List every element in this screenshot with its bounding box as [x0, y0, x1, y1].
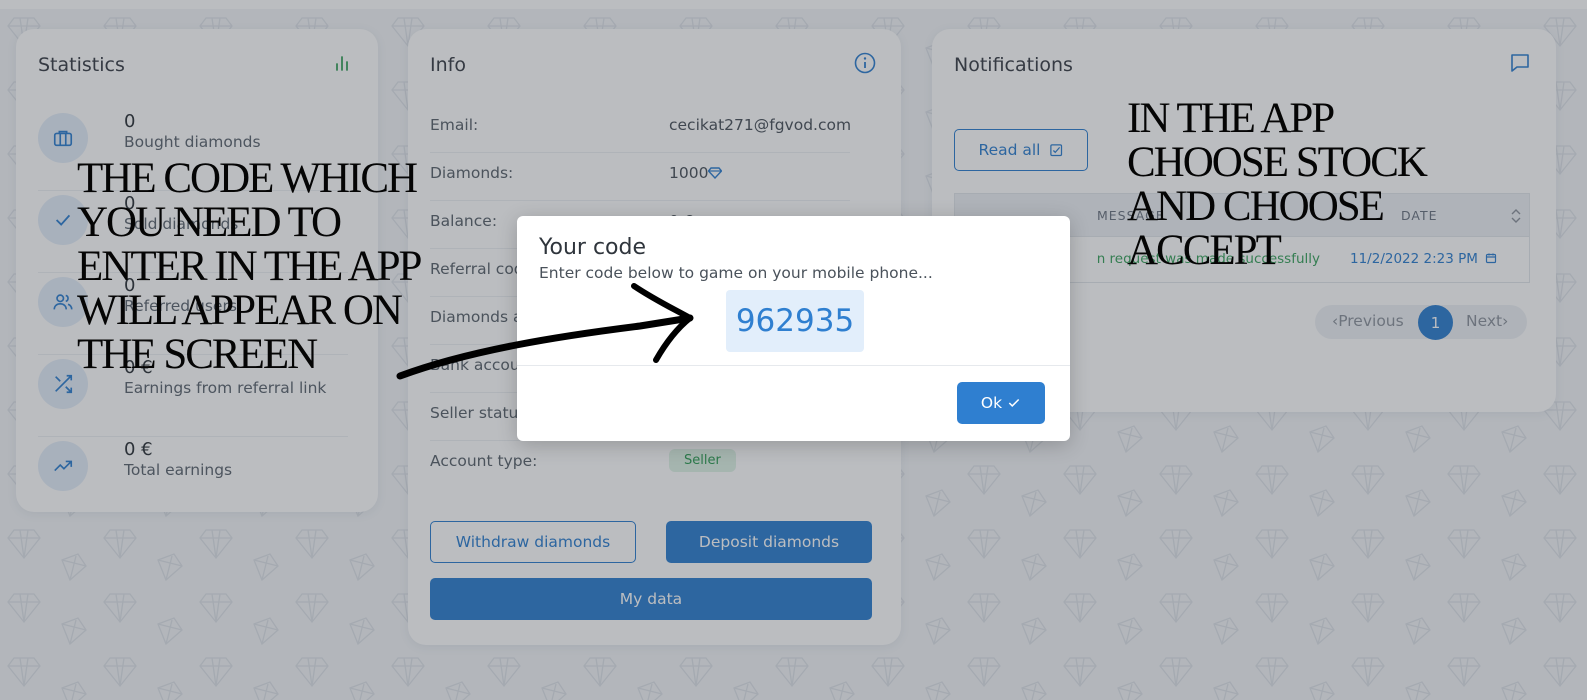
annotation-left: THE CODE WHICH YOU NEED TO ENTER IN THE …: [77, 155, 422, 378]
annotation-right: IN THE APP CHOOSE STOCK AND CHOOSE ACCEP…: [1127, 95, 1428, 274]
